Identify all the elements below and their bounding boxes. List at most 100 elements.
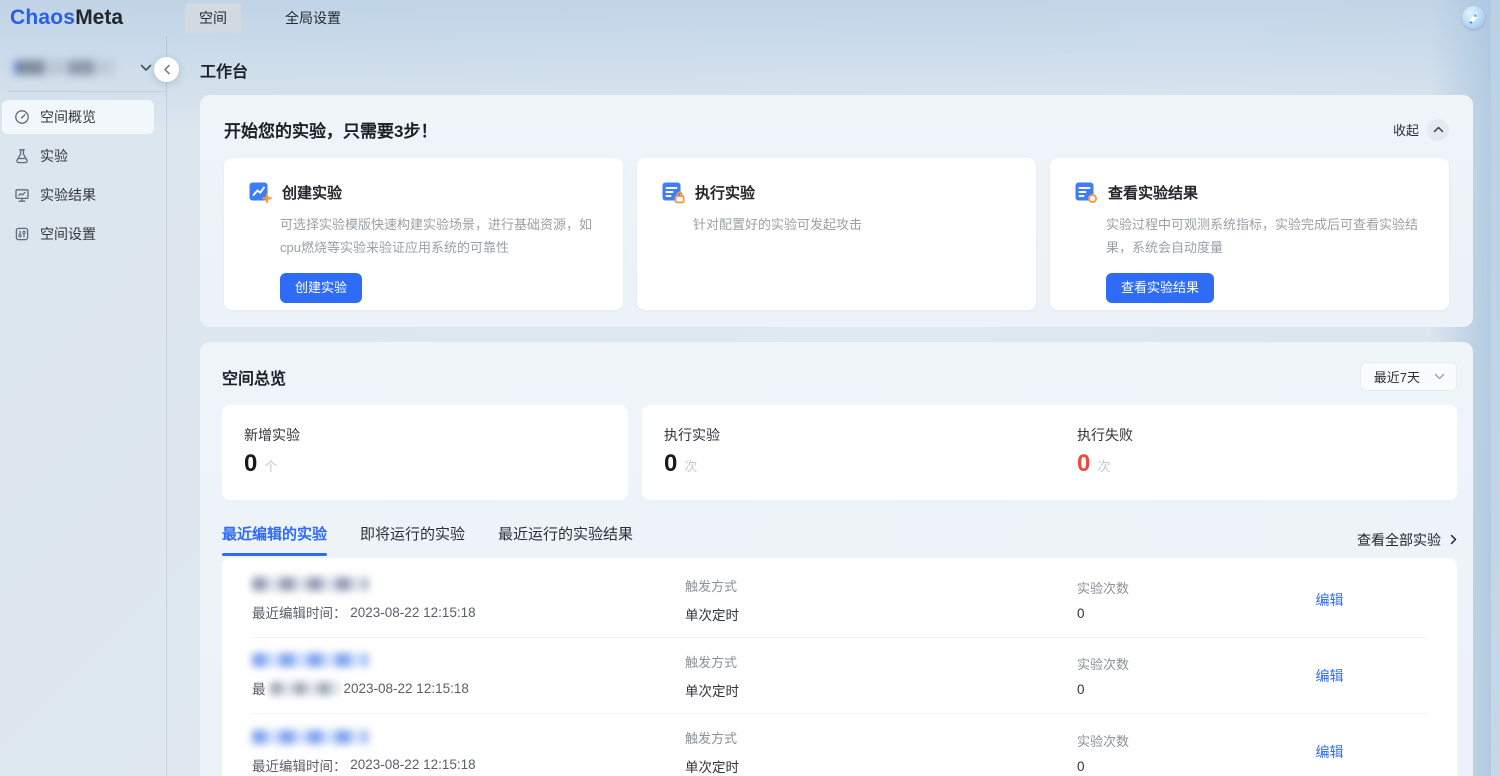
trigger-value: 单次定时	[685, 607, 739, 623]
sidebar: 空间概览 实验 实验结果 空间设置	[0, 36, 167, 776]
sidebar-item-label: 实验结果	[40, 187, 96, 203]
trigger-cell: 触发方式 单次定时	[685, 576, 1077, 624]
trigger-value: 单次定时	[685, 760, 739, 775]
topnav-tab-space[interactable]: 空间	[185, 3, 241, 33]
guide-panel: 开始您的实验，只需要3步！ 收起 创建实验 可选择实验模版快速构建实验场景，进行…	[200, 95, 1473, 327]
dashboard-icon	[15, 110, 29, 124]
trigger-cell: 触发方式 单次定时	[685, 728, 1077, 776]
count-label: 实验次数	[1077, 581, 1130, 596]
brand-name-secondary: Meta	[75, 6, 124, 29]
results-board-icon	[15, 189, 29, 202]
view-results-icon	[1075, 182, 1098, 204]
step-title: 创建实验	[282, 184, 343, 202]
edit-link[interactable]: 编辑	[1316, 742, 1344, 762]
count-value: 0	[1077, 758, 1085, 774]
sidebar-item-label: 空间概览	[40, 109, 96, 125]
chevron-right-icon	[1450, 534, 1457, 545]
view-all-experiments-link[interactable]: 查看全部实验	[1357, 530, 1457, 550]
guide-title: 开始您的实验，只需要3步！	[224, 122, 438, 141]
sidebar-item-label: 实验	[40, 148, 68, 164]
experiment-table: 最近编辑时间： 2023-08-22 12:15:18 触发方式 单次定时 实验…	[222, 558, 1457, 776]
stat-label: 执行失败	[1077, 427, 1133, 443]
stat-card-executions: 执行实验 0 次 执行失败 0 次	[642, 405, 1457, 500]
create-experiment-icon	[249, 182, 272, 203]
page-scrollbar[interactable]	[1491, 0, 1500, 776]
trigger-cell: 触发方式 单次定时	[685, 652, 1077, 700]
stat-unit: 次	[684, 459, 698, 474]
create-experiment-button[interactable]: 创建实验	[280, 272, 363, 303]
date-range-select[interactable]: 最近7天	[1359, 362, 1457, 391]
stat-value: 0	[244, 450, 258, 477]
step-card-view-results: 查看实验结果 实验过程中可观测系统指标，实验完成后可查看实验结果，系统会自动度量…	[1050, 158, 1449, 310]
stat-unit: 次	[1097, 459, 1111, 474]
edit-time-value: 2023-08-22 12:15:18	[343, 680, 469, 696]
user-avatar[interactable]	[1462, 6, 1485, 29]
stat-failed: 执行失败 0 次	[1077, 425, 1435, 480]
stat-label: 新增实验	[244, 427, 300, 443]
view-all-label: 查看全部实验	[1357, 531, 1441, 548]
count-label: 实验次数	[1077, 733, 1130, 749]
space-overview-panel: 空间总览 最近7天 新增实验 0 个 执行实验 0 次 执行失败 0 次 最近编…	[200, 342, 1473, 776]
step-description: 实验过程中可观测系统指标，实验完成后可查看实验结果，系统会自动度量	[1106, 217, 1419, 255]
flask-icon	[16, 149, 28, 164]
overview-title: 空间总览	[222, 370, 287, 388]
chevron-left-icon	[163, 64, 170, 75]
edit-time-label: 最近编辑时间：	[252, 606, 347, 621]
sidebar-item-experiment-results[interactable]: 实验结果	[2, 178, 154, 212]
brand-logo[interactable]: Chaos Meta	[0, 6, 167, 30]
view-results-button[interactable]: 查看实验结果	[1106, 272, 1215, 303]
table-row: 最近编辑时间： 2023-08-22 12:15:18 触发方式 单次定时 实验…	[252, 562, 1427, 638]
trigger-label: 触发方式	[685, 654, 738, 670]
count-value: 0	[1077, 682, 1085, 697]
top-nav: 空间 全局设置	[185, 3, 355, 33]
sidebar-item-experiments[interactable]: 实验	[2, 139, 154, 173]
workspace-selector[interactable]	[14, 60, 152, 75]
step-title: 执行实验	[695, 184, 756, 202]
edit-time-label: 最近编辑时间：	[252, 758, 347, 774]
step-card-run-experiment: 执行实验 针对配置好的实验可发起攻击	[637, 158, 1036, 310]
sidebar-item-label: 空间设置	[40, 226, 96, 242]
table-row: 最近编辑时间： 2023-08-22 12:15:18 触发方式 单次定时 实验…	[252, 714, 1427, 776]
tab-recently-edited[interactable]: 最近编辑的实验	[222, 523, 328, 556]
stat-value-failed: 0	[1077, 450, 1091, 477]
chevron-down-icon	[1434, 373, 1445, 380]
count-label: 实验次数	[1077, 657, 1130, 672]
experiment-name-cell: 最 2023-08-22 12:15:18	[252, 653, 685, 698]
chevron-down-icon	[140, 64, 152, 72]
sidebar-item-space-overview[interactable]: 空间概览	[2, 100, 154, 134]
step-title: 查看实验结果	[1108, 184, 1199, 202]
count-cell: 实验次数 0	[1077, 578, 1232, 621]
app-window: Chaos Meta 空间 全局设置 空间概览 实验 实验结果 空间设置 工作台…	[0, 0, 1500, 776]
topnav-tab-global-settings[interactable]: 全局设置	[271, 3, 355, 33]
edit-time-value: 2023-08-22 12:15:18	[350, 757, 476, 772]
edit-link[interactable]: 编辑	[1316, 666, 1344, 686]
tab-recent-run-results[interactable]: 最近运行的实验结果	[498, 523, 633, 556]
experiment-name-redacted[interactable]	[252, 577, 368, 591]
stat-card-new-experiments: 新增实验 0 个	[222, 405, 628, 500]
guide-collapse-label: 收起	[1392, 123, 1419, 138]
tab-upcoming-runs[interactable]: 即将运行的实验	[360, 523, 465, 556]
step-description: 针对配置好的实验可发起攻击	[693, 217, 863, 232]
stat-label: 执行实验	[664, 427, 720, 443]
stat-unit: 个	[264, 459, 278, 474]
experiment-name-redacted[interactable]	[252, 653, 368, 667]
edit-time-value: 2023-08-22 12:15:18	[350, 604, 476, 620]
edit-link[interactable]: 编辑	[1316, 590, 1344, 610]
top-bar: Chaos Meta 空间 全局设置	[0, 0, 1500, 36]
sidebar-collapse-button[interactable]	[154, 57, 179, 82]
count-cell: 实验次数 0	[1077, 731, 1232, 774]
stat-value: 0	[664, 450, 678, 477]
guide-collapse-button[interactable]: 收起	[1392, 118, 1449, 141]
sidebar-divider	[8, 91, 166, 92]
trigger-value: 单次定时	[685, 683, 739, 699]
brand-name-primary: Chaos	[10, 6, 76, 29]
page-title: 工作台	[200, 64, 249, 81]
run-experiment-icon	[662, 182, 685, 204]
edit-time-label-redacted	[269, 681, 340, 695]
edit-time-label: 最	[252, 682, 266, 697]
experiment-name-cell: 最近编辑时间： 2023-08-22 12:15:18	[252, 577, 685, 622]
experiment-name-redacted[interactable]	[252, 729, 368, 744]
sidebar-item-space-settings[interactable]: 空间设置	[2, 217, 154, 251]
count-value: 0	[1077, 606, 1085, 621]
step-card-create-experiment: 创建实验 可选择实验模版快速构建实验场景，进行基础资源，如cpu燃烧等实验来验证…	[224, 158, 623, 310]
